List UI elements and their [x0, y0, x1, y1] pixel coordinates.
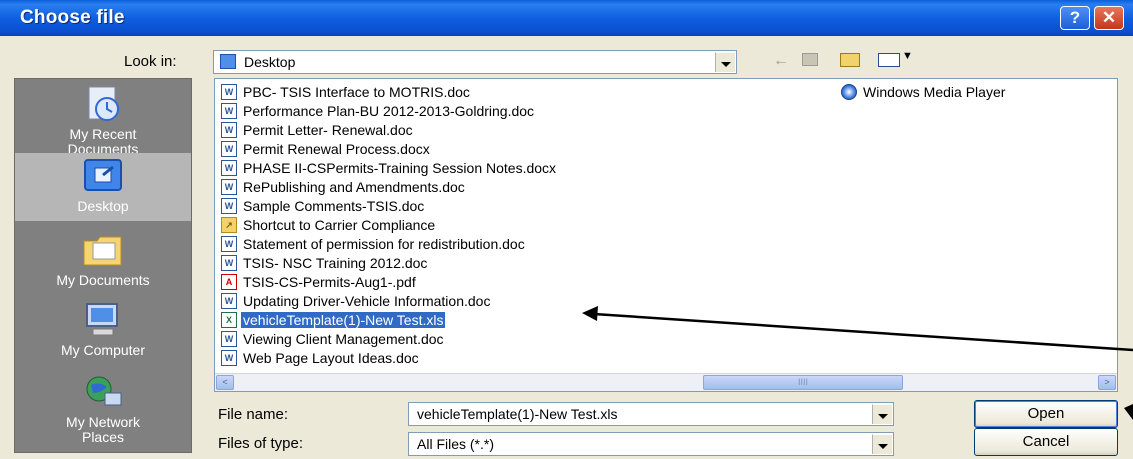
annotation-arrow [582, 306, 1133, 420]
choose-file-dialog: Choose file ? ✕ Look in: Desktop ← ▼ My … [0, 0, 1133, 459]
